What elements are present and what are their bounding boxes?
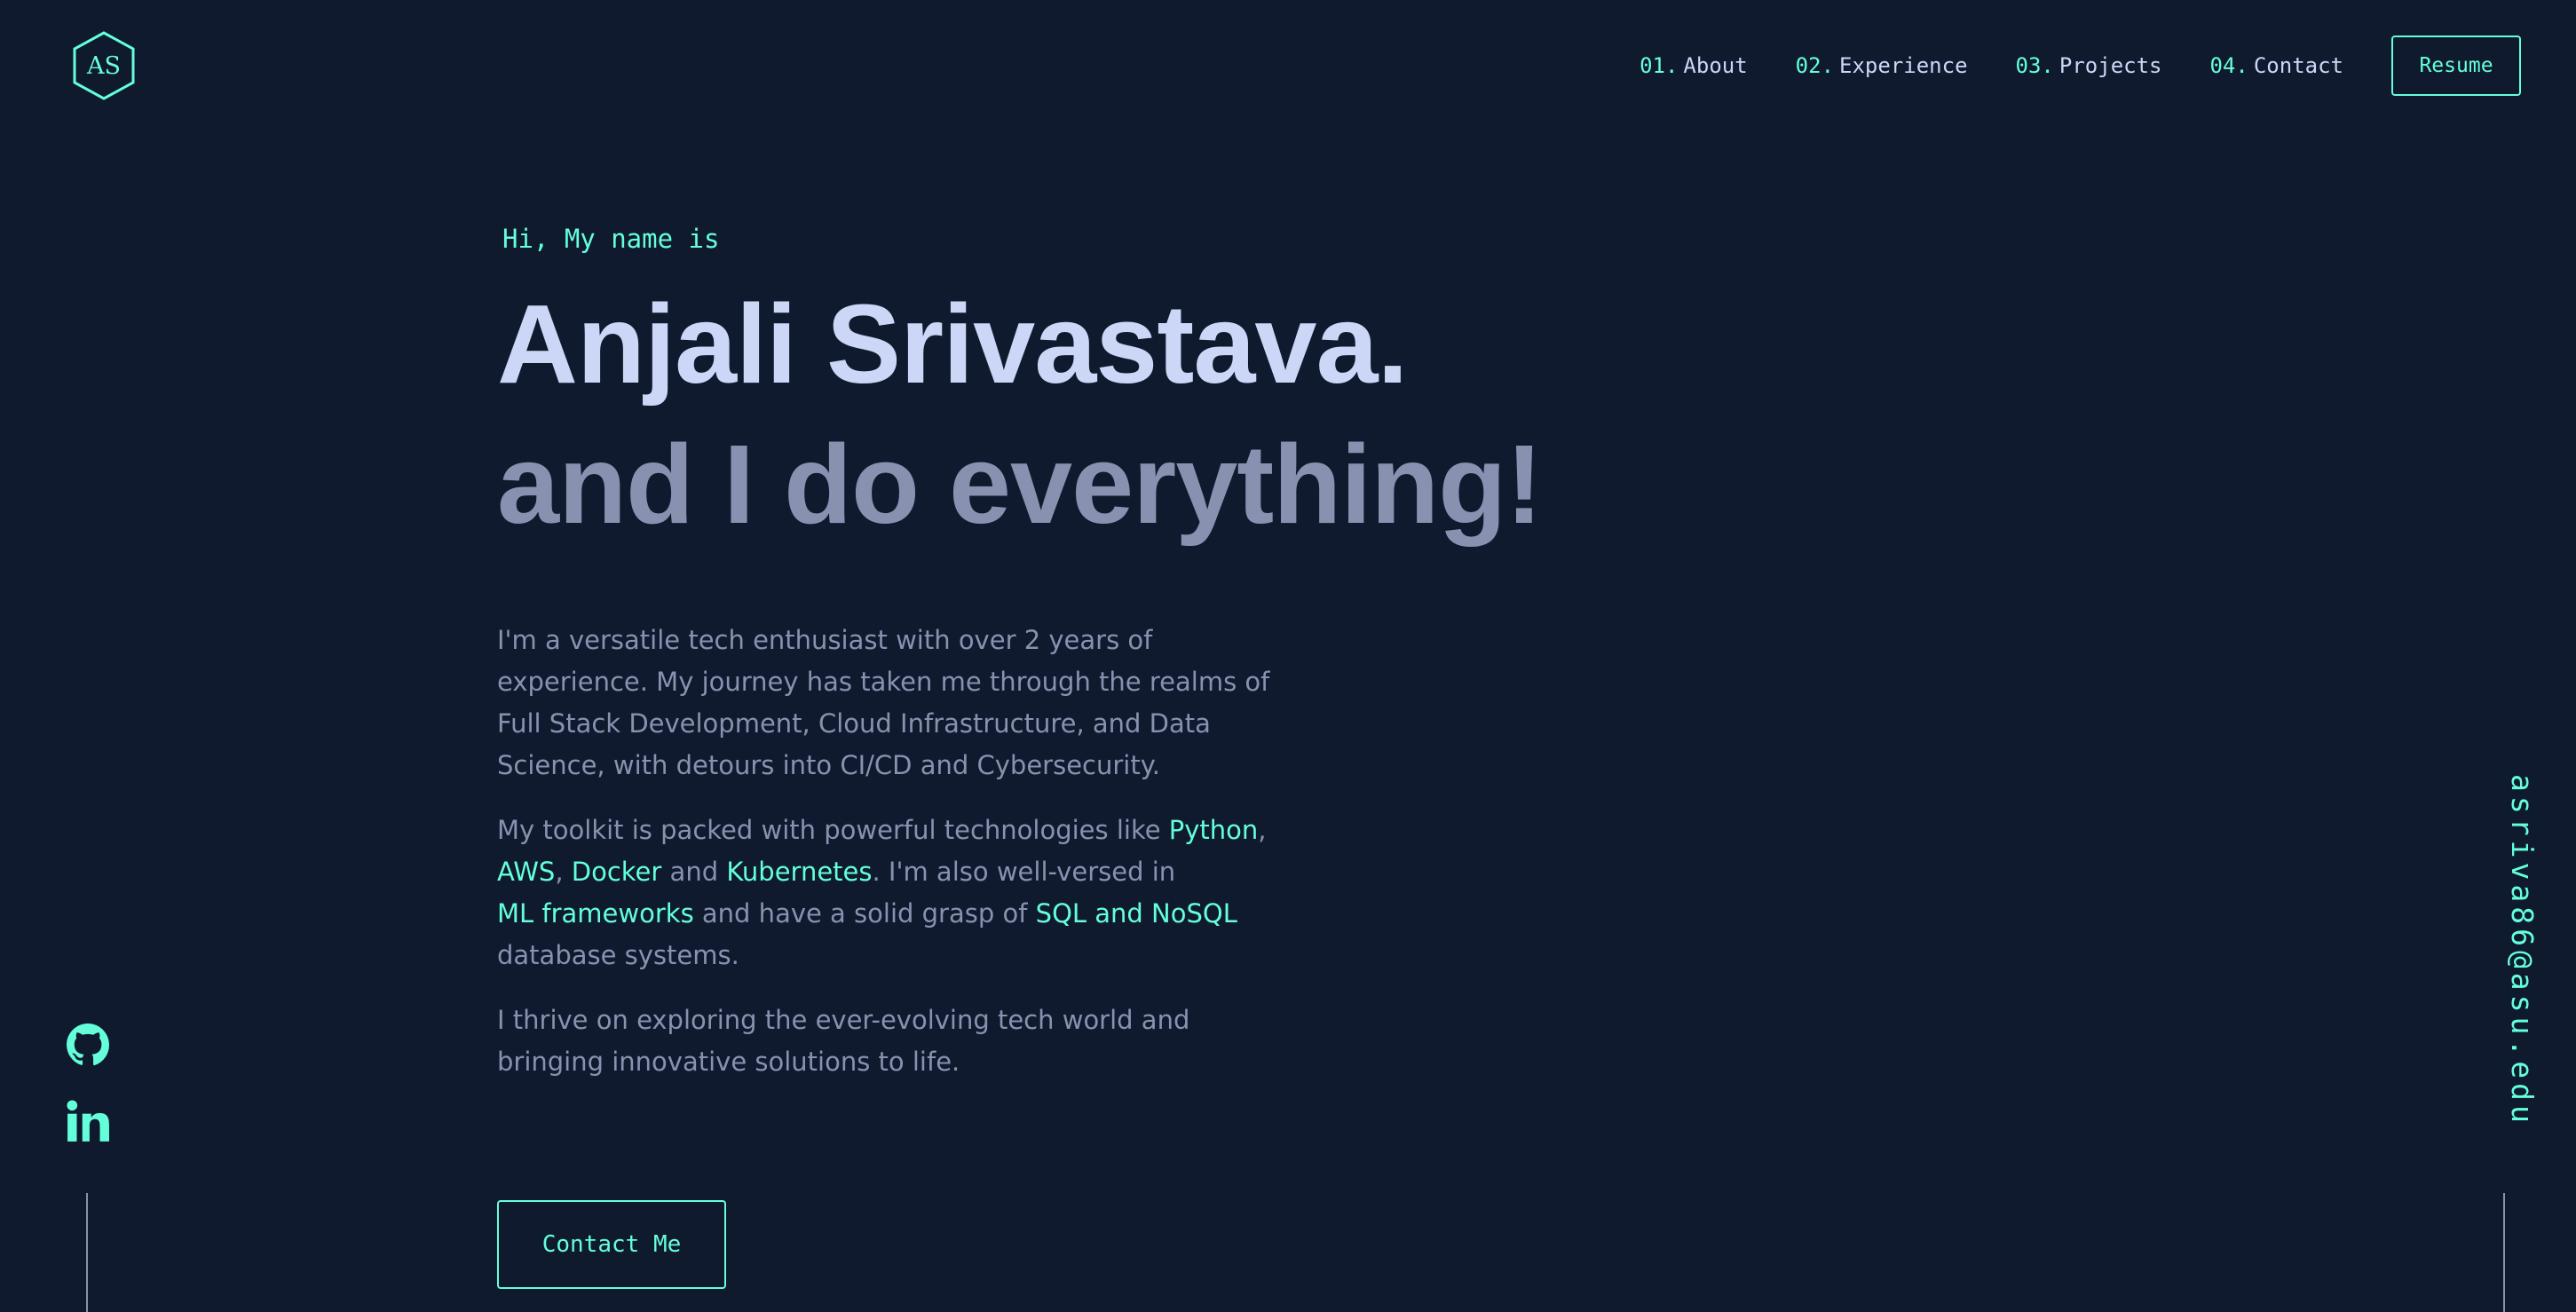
bio-text: and	[661, 857, 727, 887]
nav-item-experience[interactable]: 02. Experience	[1796, 53, 1968, 78]
bio-paragraph-1: I'm a versatile tech enthusiast with ove…	[497, 625, 1270, 780]
nav-label: Experience	[1839, 53, 1968, 78]
hero-tagline: and I do everything!	[497, 422, 1543, 547]
nav-label: Contact	[2253, 53, 2343, 78]
nav-item-contact[interactable]: 04. Contact	[2209, 53, 2343, 78]
right-vertical-line	[2503, 1193, 2505, 1312]
hero-name: Anjali Srivastava.	[497, 281, 1409, 407]
bio-text: and have a solid grasp of	[693, 898, 1036, 929]
nav-item-about[interactable]: 01. About	[1640, 53, 1748, 78]
email-link[interactable]: asriva86@asu.edu	[2505, 774, 2540, 1127]
bio: I'm a versatile tech enthusiast with ove…	[497, 620, 1278, 1106]
bio-text: database systems.	[497, 940, 739, 970]
left-vertical-line	[86, 1193, 88, 1312]
nav-label: Projects	[2058, 53, 2162, 78]
logo[interactable]: AS	[71, 30, 137, 101]
nav-number: 03.	[2015, 53, 2054, 78]
nav-number: 04.	[2209, 53, 2248, 78]
tech-ml-frameworks: ML frameworks	[497, 898, 694, 929]
tech-sql-nosql: SQL and NoSQL	[1035, 898, 1237, 929]
resume-button[interactable]: Resume	[2391, 36, 2521, 96]
greeting-text: Hi, My name is	[502, 224, 720, 254]
nav-label: About	[1683, 53, 1748, 78]
hexagon-logo-icon: AS	[73, 31, 135, 100]
contact-me-button[interactable]: Contact Me	[497, 1200, 726, 1289]
bio-paragraph-3: I thrive on exploring the ever-evolving …	[497, 1005, 1190, 1077]
tech-docker: Docker	[571, 857, 662, 887]
bio-paragraph-2: My toolkit is packed with powerful techn…	[497, 810, 1278, 976]
bio-text: My toolkit is packed with powerful techn…	[497, 815, 1169, 845]
logo-text: AS	[86, 52, 121, 80]
nav-item-projects[interactable]: 03. Projects	[2016, 53, 2162, 78]
tech-kubernetes: Kubernetes	[726, 857, 873, 887]
tech-python: Python	[1168, 815, 1259, 845]
github-link[interactable]	[66, 1023, 110, 1067]
tech-aws: AWS	[497, 857, 556, 887]
linkedin-icon	[67, 1100, 109, 1142]
bio-text: ,	[555, 857, 572, 887]
github-icon	[67, 1024, 109, 1066]
bio-text: ,	[1258, 815, 1267, 845]
nav-number: 01.	[1640, 53, 1679, 78]
linkedin-link[interactable]	[66, 1099, 110, 1143]
nav-number: 02.	[1795, 53, 1835, 78]
bio-text: . I'm also well-versed in	[872, 857, 1176, 887]
main-nav: 01. About 02. Experience 03. Projects 04. Co…	[1640, 34, 2521, 98]
